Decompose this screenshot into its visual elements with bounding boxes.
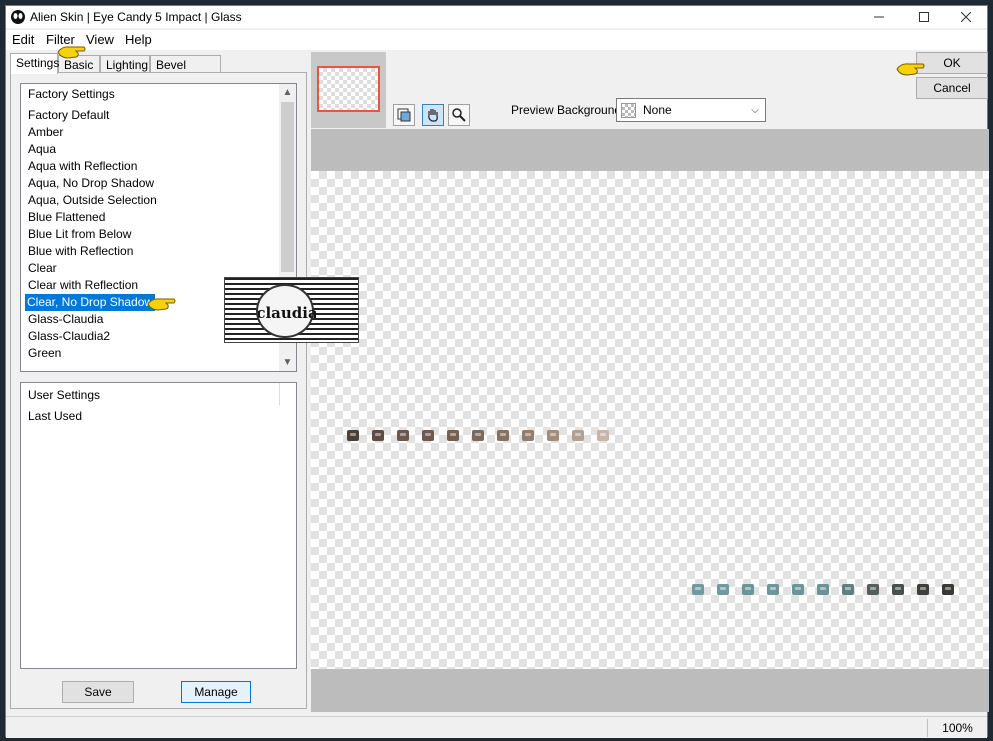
glass-bead <box>472 430 484 441</box>
glass-bead <box>917 584 929 595</box>
header-divider <box>279 383 280 405</box>
scroll-down-icon[interactable]: ▼ <box>279 354 296 371</box>
glass-bead <box>372 430 384 441</box>
list-item[interactable]: Clear <box>26 260 59 277</box>
preview-thumbnail[interactable] <box>311 52 386 128</box>
list-item[interactable]: Glass-Claudia2 <box>26 328 112 345</box>
list-item[interactable]: Blue Flattened <box>26 209 107 226</box>
pointing-hand-icon <box>147 298 176 311</box>
menu-bar: Edit Filter View Help <box>6 30 987 50</box>
list-item-selected[interactable]: Clear, No Drop Shadow <box>25 294 156 311</box>
pointing-hand-icon <box>57 46 86 59</box>
list-item[interactable]: Clear with Reflection <box>26 277 140 294</box>
minimize-button[interactable] <box>856 6 902 28</box>
scroll-thumb[interactable] <box>281 102 294 272</box>
tab-bevel-profile[interactable]: Bevel Profile <box>150 55 221 86</box>
manage-button[interactable]: Manage <box>181 681 251 703</box>
magnifier-icon <box>452 108 466 122</box>
user-settings-list[interactable]: User Settings Last Used <box>20 382 297 669</box>
maximize-button[interactable] <box>901 6 947 28</box>
compare-icon <box>397 108 411 122</box>
glass-bead <box>742 584 754 595</box>
hand-tool-button[interactable] <box>422 104 444 126</box>
list-item[interactable]: Blue Lit from Below <box>26 226 133 243</box>
menu-help[interactable]: Help <box>125 32 152 47</box>
status-bar: 100% <box>6 716 987 738</box>
glass-bead <box>942 584 954 595</box>
list-item[interactable]: Aqua <box>26 141 58 158</box>
scroll-up-icon[interactable]: ▲ <box>279 84 296 101</box>
settings-panel: Factory Settings Factory Default Amber A… <box>10 72 307 709</box>
glass-bead <box>422 430 434 441</box>
glass-bead <box>572 430 584 441</box>
preview-background-select[interactable]: None ⌵ <box>616 98 766 122</box>
thumbnail-viewport[interactable] <box>317 66 380 112</box>
list-item[interactable]: Aqua, No Drop Shadow <box>26 175 156 192</box>
transparent-swatch-icon <box>621 103 636 118</box>
chevron-down-icon: ⌵ <box>751 104 759 116</box>
glass-bead <box>842 584 854 595</box>
list-item[interactable]: Amber <box>26 124 65 141</box>
close-window-button[interactable] <box>943 6 989 28</box>
menu-view[interactable]: View <box>86 32 114 47</box>
close-icon <box>961 12 971 22</box>
glass-bead <box>547 430 559 441</box>
preview-area[interactable] <box>311 129 989 712</box>
window-title: Alien Skin | Eye Candy 5 Impact | Glass <box>30 10 242 24</box>
eye-candy-window: Alien Skin | Eye Candy 5 Impact | Glass … <box>5 5 989 738</box>
tab-settings[interactable]: Settings <box>10 53 59 74</box>
claudia-watermark-logo: claudia <box>224 277 359 343</box>
tab-lighting[interactable]: Lighting <box>100 55 150 73</box>
alien-skin-icon <box>11 10 25 24</box>
title-bar: Alien Skin | Eye Candy 5 Impact | Glass <box>6 6 987 28</box>
preview-background-label: Preview Background: <box>511 103 625 117</box>
menu-edit[interactable]: Edit <box>12 32 34 47</box>
glass-bead <box>522 430 534 441</box>
preview-background-value: None <box>643 103 672 117</box>
glass-bead <box>867 584 879 595</box>
compare-tool-button[interactable] <box>393 104 415 126</box>
zoom-level: 100% <box>927 719 987 737</box>
maximize-icon <box>919 12 929 22</box>
glass-bead <box>692 584 704 595</box>
save-button[interactable]: Save <box>62 681 134 703</box>
minimize-icon <box>874 16 884 18</box>
list-item[interactable]: Aqua, Outside Selection <box>26 192 159 209</box>
glass-bead <box>717 584 729 595</box>
zoom-tool-button[interactable] <box>448 104 470 126</box>
watermark-emblem: claudia <box>256 284 318 338</box>
svg-text:claudia: claudia <box>258 304 316 322</box>
claudia-logo-lettering: claudia <box>256 304 318 322</box>
factory-settings-header: Factory Settings <box>28 87 115 101</box>
glass-bead <box>347 430 359 441</box>
list-item[interactable]: Green <box>26 345 63 362</box>
transparent-canvas[interactable] <box>311 171 989 669</box>
list-item[interactable]: Last Used <box>26 408 84 425</box>
list-item[interactable]: Glass-Claudia <box>26 311 105 328</box>
pointing-hand-icon <box>896 63 925 76</box>
glass-bead <box>792 584 804 595</box>
user-settings-header: User Settings <box>28 388 101 402</box>
glass-bead <box>892 584 904 595</box>
glass-bead <box>597 430 609 441</box>
glass-bead <box>817 584 829 595</box>
glass-bead <box>397 430 409 441</box>
list-item[interactable]: Aqua with Reflection <box>26 158 139 175</box>
glass-bead <box>767 584 779 595</box>
glass-bead <box>447 430 459 441</box>
hand-icon <box>428 109 438 122</box>
glass-bead <box>497 430 509 441</box>
cancel-button[interactable]: Cancel <box>916 77 988 99</box>
list-item[interactable]: Blue with Reflection <box>26 243 135 260</box>
list-item[interactable]: Factory Default <box>26 107 111 124</box>
